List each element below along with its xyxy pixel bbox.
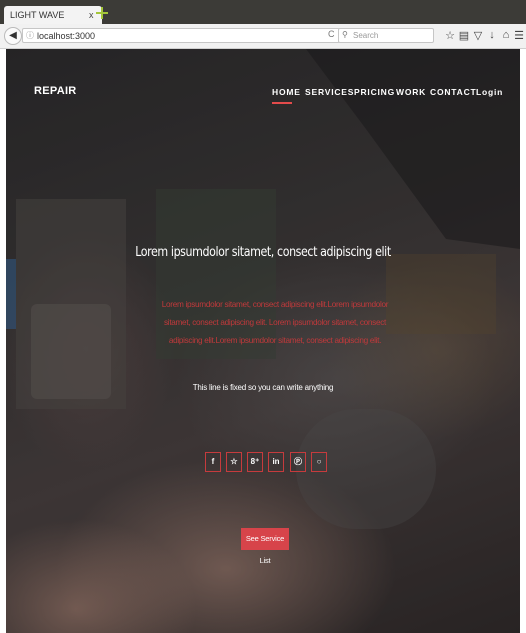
nav-pricing[interactable]: PRICING [354, 87, 395, 97]
search-placeholder: Search [353, 31, 379, 40]
nav-work[interactable]: WORK [396, 87, 426, 97]
site-info-icon[interactable]: ⓘ [26, 30, 34, 41]
browser-tab-bar: LIGHT WAVE x [0, 0, 526, 24]
twitter-icon[interactable]: ☆ [226, 452, 242, 472]
tab-title: LIGHT WAVE [10, 10, 65, 20]
facebook-icon[interactable]: f [205, 452, 221, 472]
search-icon: ⚲ [342, 30, 348, 39]
nav-home[interactable]: HOME [272, 87, 301, 97]
browser-nav-bar: ◀ ⓘ localhost:3000 C ⚲ Search ☆ ▤ ▽ ↓ ⌂ … [0, 24, 526, 49]
nav-services[interactable]: SERVICES [305, 87, 354, 97]
search-input[interactable]: ⚲ Search [338, 28, 434, 43]
url-bar[interactable]: ⓘ localhost:3000 [22, 28, 340, 43]
menu-icon[interactable]: ☰ [513, 29, 525, 42]
hero-fixed-line: This line is fixed so you can write anyt… [192, 383, 334, 392]
url-text: localhost:3000 [37, 31, 96, 41]
reload-icon[interactable]: C [328, 29, 335, 39]
hero-headline: Lorem ipsumdolor sitamet, consect adipis… [135, 244, 391, 260]
back-button[interactable]: ◀ [4, 27, 22, 45]
bookmark-star-icon[interactable]: ☆ [444, 29, 456, 42]
pocket-icon[interactable]: ▽ [472, 29, 484, 42]
nav-login[interactable]: Login [476, 87, 503, 97]
active-nav-indicator [272, 102, 292, 104]
browser-tab[interactable]: LIGHT WAVE x [4, 6, 102, 24]
nav-contact[interactable]: CONTACT [430, 87, 477, 97]
see-service-list-button[interactable]: See Service List [241, 528, 289, 565]
home-icon[interactable]: ⌂ [500, 29, 512, 41]
hero-description: Lorem ipsumdolor sitamet, consect adipis… [161, 300, 389, 345]
pinterest-icon[interactable]: Ⓟ [290, 452, 306, 472]
reading-list-icon[interactable]: ▤ [458, 29, 470, 42]
new-tab-icon[interactable] [96, 7, 108, 19]
github-icon[interactable]: ○ [311, 452, 327, 472]
google-plus-icon[interactable]: 8⁺ [247, 452, 263, 472]
linkedin-icon[interactable]: in [268, 452, 284, 472]
download-icon[interactable]: ↓ [486, 29, 498, 41]
tab-close-icon[interactable]: x [89, 10, 94, 20]
site-brand-logo[interactable]: REPAIR [34, 85, 77, 97]
